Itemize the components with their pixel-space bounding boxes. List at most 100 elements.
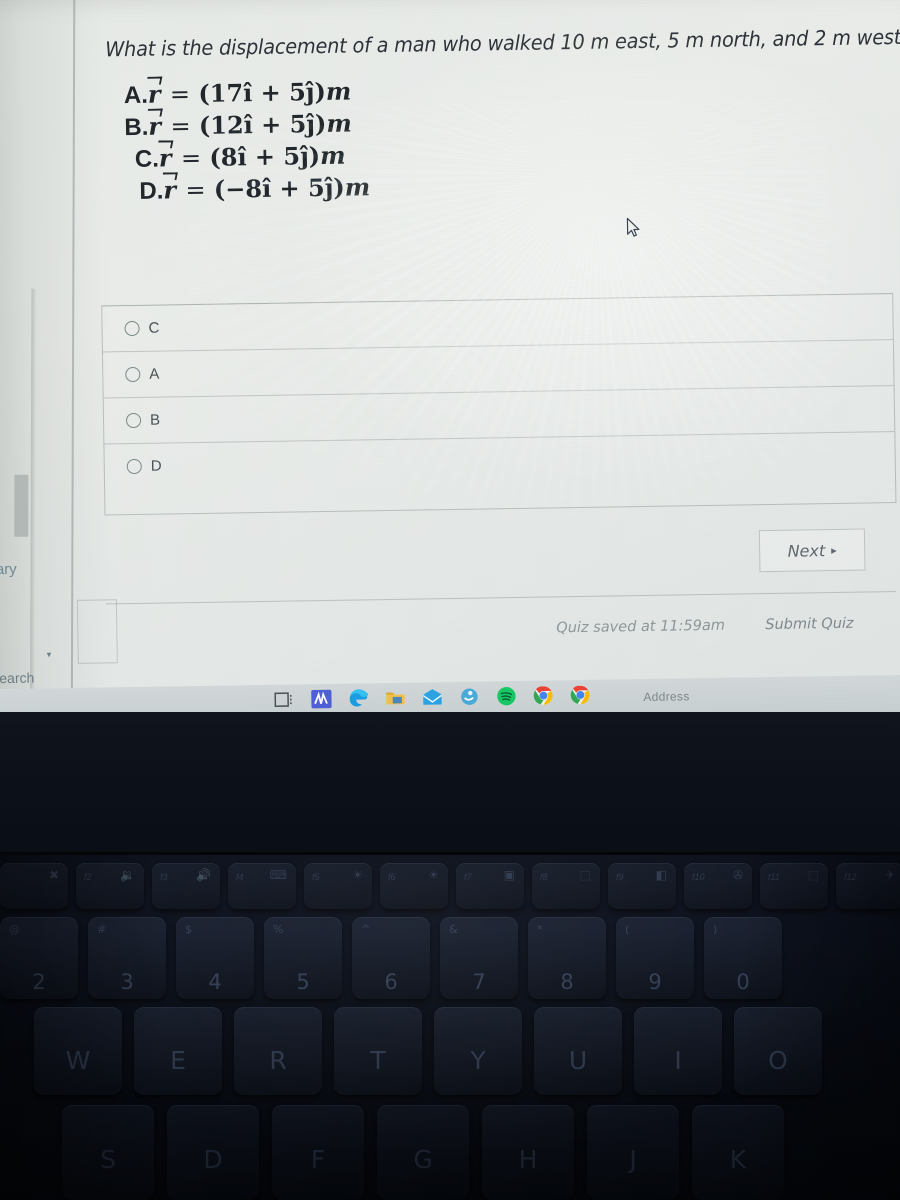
key-w[interactable]: W: [34, 1007, 122, 1095]
key-label: 0: [736, 970, 750, 994]
key-6[interactable]: ^ 6: [352, 917, 430, 999]
key-9[interactable]: (9: [616, 917, 694, 999]
key-j[interactable]: J: [587, 1105, 679, 1200]
radio-button-b[interactable]: [125, 412, 142, 429]
key-2[interactable]: @2: [0, 917, 78, 999]
laptop-bezel: ASUS: [0, 712, 900, 872]
key-g[interactable]: G: [377, 1105, 469, 1200]
key-glyph-icon: ☀: [352, 868, 363, 882]
choice-a-label: A.: [123, 81, 149, 110]
key-f6[interactable]: f6 ☀: [380, 863, 448, 909]
key-8[interactable]: * 8: [528, 917, 606, 999]
key-shift-symbol: (: [625, 923, 630, 936]
keyboard-function-row: ✖ f2 🔉 f3 🔊 f4 ⌨ f5 ☀ f6 ☀ f7 ▣ f8 ⬚ f9 ◧ f10 ✇ f11 ⬚ f12 ✈: [0, 863, 900, 909]
key-fn-label: f6: [388, 872, 396, 882]
key-r[interactable]: R: [234, 1007, 322, 1095]
key-s[interactable]: S: [62, 1105, 154, 1200]
key-4[interactable]: $4: [176, 917, 254, 999]
radio-button-d[interactable]: [126, 458, 142, 475]
key-label: 4: [208, 970, 222, 994]
choice-b-vector: r: [148, 111, 162, 141]
key-label: J: [629, 1145, 637, 1174]
key-7[interactable]: & 7: [440, 917, 518, 999]
key-label: T: [370, 1046, 386, 1075]
key-label: 8: [560, 970, 574, 994]
key-0[interactable]: ) 0: [704, 917, 782, 999]
key-k[interactable]: K: [692, 1105, 784, 1200]
key-fn-label: f12: [844, 872, 857, 882]
key-o[interactable]: O: [734, 1007, 822, 1095]
key-glyph-icon: ⬚: [807, 868, 819, 882]
key-label: 3: [120, 970, 134, 994]
key-t[interactable]: T: [334, 1007, 422, 1095]
key-y[interactable]: Y: [434, 1007, 522, 1095]
choice-b: B.r = (12î + 5ĵ)m: [124, 107, 369, 143]
key-shift-symbol: ^: [361, 923, 371, 936]
key-fn-label: f2: [84, 872, 92, 882]
quiz-saved-status: Quiz saved at 11:59am: [556, 617, 726, 637]
edge-icon[interactable]: [347, 687, 369, 709]
key-u[interactable]: U: [534, 1007, 622, 1095]
radio-button-c[interactable]: [124, 320, 140, 337]
key-f4[interactable]: f4 ⌨: [228, 863, 296, 909]
key-h[interactable]: H: [482, 1105, 574, 1200]
key-glyph-icon: ◧: [655, 868, 667, 882]
key-f3[interactable]: f3 🔊: [152, 863, 220, 909]
sidebar-panel-box: [76, 599, 118, 664]
key-f[interactable]: F: [272, 1105, 364, 1200]
chevron-right-icon: ▸: [831, 543, 837, 557]
key-label: D: [203, 1145, 223, 1174]
key-label: R: [269, 1046, 287, 1075]
key-f10[interactable]: f10 ✇: [684, 863, 752, 909]
task-view-icon[interactable]: [273, 688, 295, 710]
key-f7[interactable]: f7 ▣: [456, 863, 524, 909]
key-e[interactable]: E: [134, 1007, 222, 1095]
spotify-icon[interactable]: [495, 685, 517, 707]
key-fn-label: f9: [616, 872, 624, 882]
key-label: 7: [472, 970, 486, 994]
search-input[interactable]: e to search: [0, 670, 34, 687]
key-glyph-icon: 🔊: [196, 868, 211, 882]
key-f1[interactable]: ✖: [0, 863, 68, 909]
key-glyph-icon: ✖: [48, 868, 59, 882]
chrome-icon[interactable]: [569, 684, 591, 706]
key-label: G: [413, 1145, 433, 1174]
quiz-page: What is the displacement of a man who wa…: [101, 0, 900, 687]
file-explorer-icon[interactable]: [384, 687, 406, 709]
key-f8[interactable]: f8 ⬚: [532, 863, 600, 909]
sidebar-scroll-handle[interactable]: [14, 474, 29, 537]
key-3[interactable]: #3: [88, 917, 166, 999]
next-button[interactable]: Next ▸: [758, 528, 866, 573]
key-shift-symbol: ): [713, 923, 718, 936]
key-d[interactable]: D: [167, 1105, 259, 1200]
keyboard-number-row: @2 #3 $4% 5 ^ 6 & 7 * 8(9) 0: [0, 917, 900, 999]
key-5[interactable]: % 5: [264, 917, 342, 999]
key-fn-label: f8: [540, 872, 548, 882]
option-label-d: D: [150, 457, 162, 475]
sidebar: ★ s s s January TS FOR ▾: [0, 0, 118, 690]
taskbar-icon-group: [273, 684, 591, 711]
chrome-icon[interactable]: [532, 684, 554, 706]
choice-b-expr: (12î + 5ĵ): [198, 108, 327, 140]
key-label: I: [674, 1046, 682, 1075]
key-f11[interactable]: f11 ⬚: [760, 863, 828, 909]
taskbar-address-label[interactable]: Address: [643, 689, 689, 704]
keyboard-top-letter-row: WE R T YU I O: [34, 1007, 900, 1095]
microsoft-store-icon[interactable]: [310, 688, 332, 710]
key-f9[interactable]: f9 ◧: [608, 863, 676, 909]
chevron-down-icon[interactable]: ▾: [47, 649, 52, 660]
key-f5[interactable]: f5 ☀: [304, 863, 372, 909]
laptop-photo: ★ s s s January TS FOR ▾ What is the dis…: [0, 0, 900, 1200]
radio-button-a[interactable]: [125, 366, 141, 383]
mail-icon[interactable]: [421, 686, 443, 708]
keyboard-home-letter-row: SDFGHJK: [62, 1105, 900, 1200]
teams-icon[interactable]: [458, 686, 480, 708]
key-i[interactable]: I: [634, 1007, 722, 1095]
star-icon: ★: [0, 513, 2, 528]
key-label: K: [729, 1145, 747, 1174]
answer-options-card: C A B D: [101, 293, 897, 516]
key-f2[interactable]: f2 🔉: [76, 863, 144, 909]
submit-quiz-button[interactable]: Submit Quiz: [765, 616, 854, 633]
key-fn-label: f10: [692, 872, 705, 882]
key-f12[interactable]: f12 ✈: [836, 863, 900, 909]
